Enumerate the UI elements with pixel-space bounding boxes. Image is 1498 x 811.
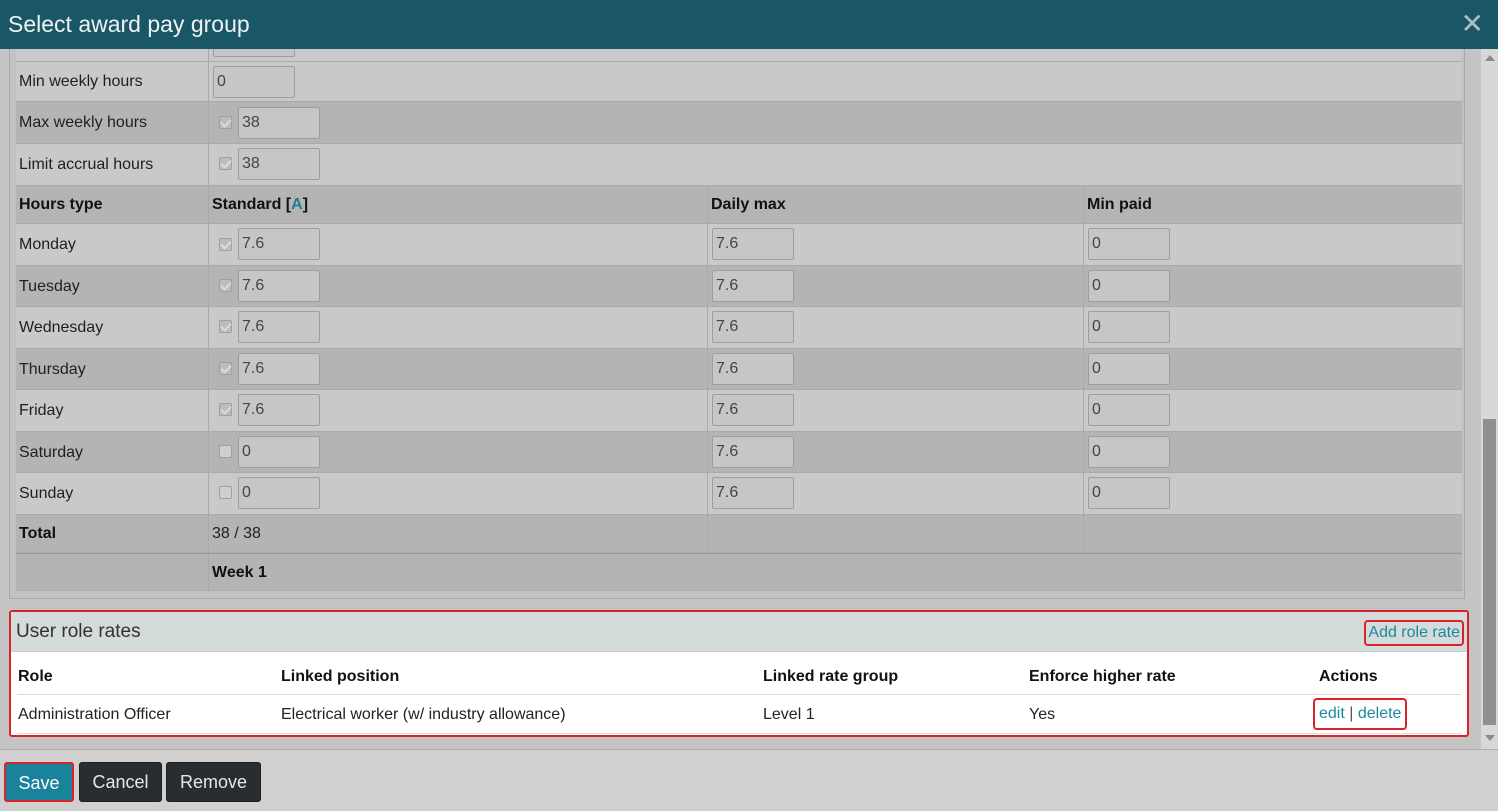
settings-row-limit-accrual: Limit accrual hours 38 <box>16 144 1462 186</box>
day-row-tuesday: Tuesday 7.6 7.6 0 <box>16 266 1462 307</box>
max-weekly-hours-checkbox[interactable] <box>219 116 232 129</box>
standard-checkbox[interactable] <box>219 486 232 499</box>
standard-apply-link[interactable]: A <box>291 196 303 213</box>
edit-link[interactable]: edit <box>1319 705 1345 722</box>
standard-hours-input[interactable]: 0 <box>238 436 320 468</box>
daily-max-input[interactable]: 7.6 <box>712 436 794 468</box>
linked-rate-group-column-header: Linked rate group <box>763 668 899 685</box>
standard-hours-input[interactable]: 0 <box>238 477 320 509</box>
partial-input[interactable] <box>213 49 295 57</box>
day-row-thursday: Thursday 7.6 7.6 0 <box>16 349 1462 390</box>
min-weekly-hours-label: Min weekly hours <box>19 73 143 90</box>
day-label: Friday <box>19 402 64 419</box>
actions-separator: | <box>1349 705 1354 722</box>
day-label: Monday <box>19 236 76 253</box>
standard-header: Standard [A] <box>212 196 309 213</box>
min-paid-input[interactable]: 0 <box>1088 311 1170 343</box>
max-weekly-hours-label: Max weekly hours <box>19 114 148 131</box>
close-icon[interactable]: ✕ <box>1461 10 1484 38</box>
min-paid-input[interactable]: 0 <box>1088 228 1170 260</box>
day-label: Sunday <box>19 485 74 502</box>
min-paid-header: Min paid <box>1087 196 1152 213</box>
user-role-rates-panel: User role rates Add role rate Role Linke… <box>9 610 1469 737</box>
dialog-title: Select award pay group <box>8 11 250 37</box>
total-value: 38 / 38 <box>212 525 261 542</box>
min-paid-input[interactable]: 0 <box>1088 394 1170 426</box>
total-row: Total 38 / 38 <box>16 515 1462 553</box>
add-role-rate-link[interactable]: Add role rate <box>1364 620 1464 646</box>
settings-row-max-weekly: Max weekly hours 38 <box>16 102 1462 144</box>
standard-hours-input[interactable]: 7.6 <box>238 394 320 426</box>
standard-checkbox[interactable] <box>219 320 232 333</box>
min-weekly-hours-input[interactable]: 0 <box>213 66 295 98</box>
day-row-friday: Friday 7.6 7.6 0 <box>16 390 1462 432</box>
hours-type-header: Hours type <box>19 196 103 213</box>
daily-max-input[interactable]: 7.6 <box>712 270 794 302</box>
daily-max-input[interactable]: 7.6 <box>712 394 794 426</box>
settings-row-partial <box>16 49 1462 62</box>
day-label: Tuesday <box>19 278 80 295</box>
standard-checkbox[interactable] <box>219 362 232 375</box>
hours-table-header: Hours type Standard [A] Daily max Min pa… <box>16 186 1462 224</box>
linked-position-column-header: Linked position <box>281 668 400 685</box>
daily-max-header: Daily max <box>711 196 786 213</box>
min-paid-input[interactable]: 0 <box>1088 353 1170 385</box>
enforce-higher-rate-column-header: Enforce higher rate <box>1029 668 1176 685</box>
day-label: Saturday <box>19 444 84 461</box>
scroll-down-icon[interactable] <box>1485 735 1495 741</box>
limit-accrual-hours-checkbox[interactable] <box>219 157 232 170</box>
min-paid-input[interactable]: 0 <box>1088 270 1170 302</box>
week-label: Week 1 <box>212 564 267 581</box>
role-column-header: Role <box>18 668 53 685</box>
max-weekly-hours-input[interactable]: 38 <box>238 107 320 139</box>
actions-column-header: Actions <box>1319 668 1378 685</box>
user-role-rates-title: User role rates <box>16 621 141 642</box>
table-divider <box>17 733 1461 734</box>
scroll-up-icon[interactable] <box>1485 55 1495 61</box>
min-paid-input[interactable]: 0 <box>1088 436 1170 468</box>
standard-hours-input[interactable]: 7.6 <box>238 311 320 343</box>
standard-hours-input[interactable]: 7.6 <box>238 353 320 385</box>
week-row: Week 1 <box>16 553 1462 591</box>
scrollbar-thumb[interactable] <box>1483 419 1496 725</box>
standard-checkbox[interactable] <box>219 238 232 251</box>
save-button[interactable]: Save <box>4 762 74 802</box>
limit-accrual-hours-input[interactable]: 38 <box>238 148 320 180</box>
daily-max-input[interactable]: 7.6 <box>712 353 794 385</box>
daily-max-input[interactable]: 7.6 <box>712 311 794 343</box>
delete-link[interactable]: delete <box>1358 705 1402 722</box>
role-cell: Administration Officer <box>18 706 171 723</box>
standard-hours-input[interactable]: 7.6 <box>238 228 320 260</box>
enforce-higher-rate-cell: Yes <box>1029 706 1056 723</box>
standard-checkbox[interactable] <box>219 445 232 458</box>
standard-hours-input[interactable]: 7.6 <box>238 270 320 302</box>
linked-position-cell: Electrical worker (w/ industry allowance… <box>281 706 566 723</box>
table-divider <box>17 694 1461 695</box>
remove-button[interactable]: Remove <box>166 762 261 802</box>
day-row-saturday: Saturday 0 7.6 0 <box>16 432 1462 473</box>
total-label: Total <box>19 525 57 542</box>
dialog-titlebar: Select award pay group ✕ <box>0 0 1498 49</box>
cancel-button[interactable]: Cancel <box>79 762 162 802</box>
day-label: Wednesday <box>19 319 104 336</box>
day-label: Thursday <box>19 361 86 378</box>
daily-max-input[interactable]: 7.6 <box>712 228 794 260</box>
user-role-rates-header: User role rates Add role rate <box>11 612 1467 652</box>
linked-rate-group-cell: Level 1 <box>763 706 815 723</box>
day-row-sunday: Sunday 0 7.6 0 <box>16 473 1462 515</box>
min-paid-input[interactable]: 0 <box>1088 477 1170 509</box>
standard-checkbox[interactable] <box>219 279 232 292</box>
day-row-wednesday: Wednesday 7.6 7.6 0 <box>16 307 1462 349</box>
settings-row-min-weekly: Min weekly hours 0 <box>16 62 1462 102</box>
dialog-scrollbar[interactable] <box>1481 49 1498 749</box>
row-actions: edit | delete <box>1313 698 1408 730</box>
daily-max-input[interactable]: 7.6 <box>712 477 794 509</box>
standard-checkbox[interactable] <box>219 403 232 416</box>
day-row-monday: Monday 7.6 7.6 0 <box>16 224 1462 266</box>
limit-accrual-hours-label: Limit accrual hours <box>19 156 154 173</box>
dialog-footer: Save Cancel Remove <box>0 749 1498 811</box>
